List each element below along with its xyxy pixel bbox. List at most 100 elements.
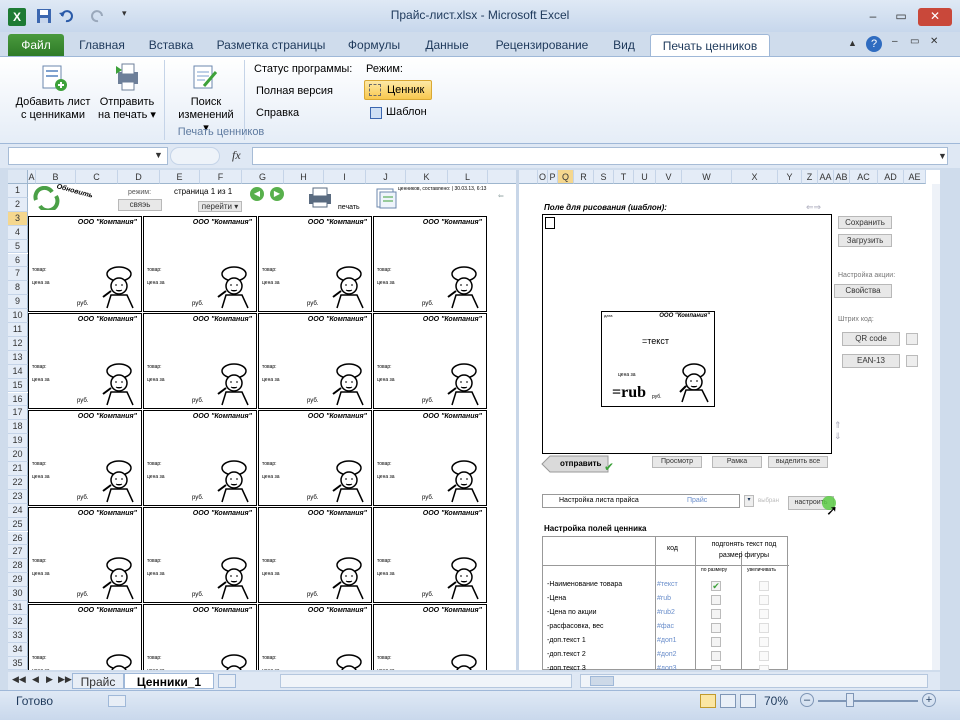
save-template-button[interactable]: Сохранить: [838, 216, 892, 229]
vertical-scrollbar[interactable]: [932, 184, 940, 670]
grow-checkbox[interactable]: [759, 665, 769, 670]
row-header[interactable]: 26: [8, 531, 28, 546]
tab-page-layout[interactable]: Разметка страницы: [208, 34, 334, 56]
select-all-corner[interactable]: [8, 170, 28, 184]
column-header[interactable]: [488, 170, 538, 184]
price-tag[interactable]: ООО "Компания"товар:цена заруб.: [258, 216, 372, 312]
fit-checkbox[interactable]: [711, 623, 721, 633]
row-header[interactable]: 33: [8, 628, 28, 643]
row-header[interactable]: 4: [8, 225, 28, 240]
price-tag[interactable]: ООО "Компания"товар:цена заруб.: [373, 216, 487, 312]
ean13-button[interactable]: EAN-13: [842, 354, 900, 368]
row-header[interactable]: 31: [8, 601, 28, 615]
row-header[interactable]: 17: [8, 406, 28, 421]
row-header[interactable]: 8: [8, 281, 28, 296]
canvas-vertical-arrows-icon[interactable]: ⇑ ⇓: [834, 420, 842, 442]
workbook-close-icon[interactable]: ✕: [930, 36, 938, 47]
qr-code-button[interactable]: QR code: [842, 332, 900, 346]
price-tag[interactable]: ООО "Компания"товар:цена заруб.: [258, 604, 372, 670]
page-break-view-icon[interactable]: [740, 694, 756, 708]
insert-function-button[interactable]: fx: [232, 148, 241, 163]
workbook-min-icon[interactable]: –: [892, 36, 898, 47]
grow-checkbox[interactable]: [759, 651, 769, 661]
price-tag[interactable]: ООО "Компания"товар:цена заруб.: [373, 507, 487, 603]
column-header[interactable]: T: [614, 170, 634, 184]
field-code[interactable]: #rub: [657, 595, 671, 602]
row-header[interactable]: 32: [8, 614, 28, 629]
formula-input[interactable]: [252, 147, 948, 165]
column-header[interactable]: S: [594, 170, 614, 184]
next-sheet-icon[interactable]: ▶: [46, 674, 53, 685]
row-header[interactable]: 14: [8, 364, 28, 379]
column-header[interactable]: AD: [878, 170, 904, 184]
expand-formula-icon[interactable]: ▼: [938, 151, 947, 161]
full-version-button[interactable]: Полная версия: [256, 85, 333, 97]
split-divider[interactable]: [516, 170, 519, 670]
column-header[interactable]: F: [200, 170, 242, 184]
field-code[interactable]: #текст: [657, 581, 678, 588]
column-header[interactable]: Q: [558, 170, 574, 184]
column-header[interactable]: V: [656, 170, 682, 184]
column-header[interactable]: J: [366, 170, 406, 184]
row-header[interactable]: 6: [8, 253, 28, 268]
column-header[interactable]: E: [160, 170, 200, 184]
price-tag[interactable]: ООО "Компания"товар:цена заруб.: [373, 604, 487, 670]
row-header[interactable]: 34: [8, 642, 28, 657]
price-tag[interactable]: ООО "Компания"товар:цена заруб.: [143, 410, 257, 506]
column-header[interactable]: U: [634, 170, 656, 184]
column-header[interactable]: H: [284, 170, 324, 184]
row-header[interactable]: 21: [8, 462, 28, 476]
column-header[interactable]: R: [574, 170, 594, 184]
prev-sheet-icon[interactable]: ◀: [32, 674, 39, 685]
ean-search-icon[interactable]: [906, 355, 918, 367]
row-header[interactable]: 18: [8, 420, 28, 435]
add-sheet-button[interactable]: Добавить лист с ценниками: [10, 96, 96, 122]
row-header[interactable]: 25: [8, 517, 28, 532]
field-code[interactable]: #доп2: [657, 651, 677, 658]
name-box[interactable]: [8, 147, 168, 165]
template-tag[interactable]: дата ООО "Компания" =текст цена за =rub …: [601, 311, 715, 407]
row-header[interactable]: 19: [8, 434, 28, 449]
mode-template-button[interactable]: Шаблон: [364, 104, 432, 122]
row-header[interactable]: 1: [8, 184, 28, 198]
grow-checkbox[interactable]: [759, 637, 769, 647]
row-header[interactable]: 22: [8, 475, 28, 490]
fit-checkbox[interactable]: ✔: [711, 581, 721, 591]
formula-resize-handle[interactable]: [170, 147, 220, 165]
row-header[interactable]: 5: [8, 239, 28, 254]
sheet-tab-tags[interactable]: Ценники_1: [124, 673, 214, 689]
column-header[interactable]: C: [76, 170, 118, 184]
goto-button[interactable]: перейти ▾: [198, 201, 242, 212]
canvas-selection-marker[interactable]: [545, 217, 555, 229]
row-header[interactable]: 20: [8, 448, 28, 462]
column-header[interactable]: A: [28, 170, 36, 184]
price-tag[interactable]: ООО "Компания"товар:цена заруб.: [258, 507, 372, 603]
grow-checkbox[interactable]: [759, 609, 769, 619]
zoom-in-icon[interactable]: +: [922, 693, 936, 707]
hscroll-thumb[interactable]: [590, 676, 614, 686]
right-hscroll[interactable]: [580, 674, 928, 688]
price-tag[interactable]: ООО "Компания"товар:цена заруб.: [143, 216, 257, 312]
column-header[interactable]: I: [324, 170, 366, 184]
row-header[interactable]: 16: [8, 392, 28, 407]
tab-file[interactable]: Файл: [8, 34, 64, 56]
sheet-dropdown-icon[interactable]: ▾: [744, 495, 754, 507]
workbook-restore-icon[interactable]: ▭: [910, 36, 919, 47]
spreadsheet-grid[interactable]: A B C D E F G H I J K L O P Q R S T U V W X Y Z AA AB AC AD AE 12345…: [8, 170, 940, 670]
row-header[interactable]: 27: [8, 545, 28, 560]
minimize-button[interactable]: –: [860, 8, 886, 26]
column-header[interactable]: G: [242, 170, 284, 184]
fit-checkbox[interactable]: [711, 595, 721, 605]
row-header[interactable]: 28: [8, 559, 28, 574]
column-header[interactable]: D: [118, 170, 160, 184]
row-header[interactable]: 15: [8, 378, 28, 393]
price-tag[interactable]: ООО "Компания"товар:цена заруб.: [373, 313, 487, 409]
tab-view[interactable]: Вид: [604, 34, 644, 56]
row-header[interactable]: 3: [8, 211, 28, 226]
refresh-label[interactable]: Обновить: [56, 183, 94, 199]
row-header[interactable]: 29: [8, 573, 28, 588]
tab-data[interactable]: Данные: [414, 34, 480, 56]
price-tag[interactable]: ООО "Компания"товар:цена заруб.: [258, 410, 372, 506]
field-code[interactable]: #rub2: [657, 609, 675, 616]
column-header[interactable]: AC: [850, 170, 878, 184]
